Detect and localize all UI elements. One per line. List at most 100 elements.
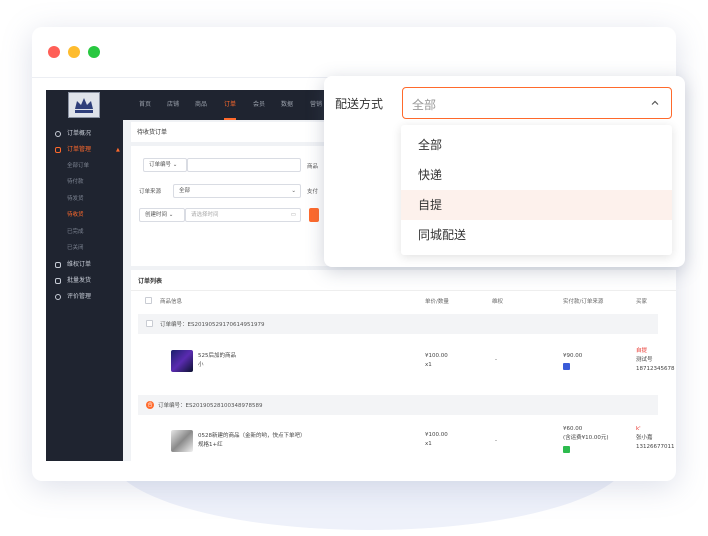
buyer-name[interactable]: 张小嘉 <box>636 434 675 443</box>
page-title: 待收货订单 <box>137 129 168 136</box>
sidebar-item-label: 订单管理 <box>67 146 92 153</box>
pay-filter-label: 支付 <box>307 189 319 195</box>
product-name[interactable]: 0528新建的商品（金新的哟，快点下单吧） <box>198 432 306 441</box>
wechat-icon <box>563 446 570 453</box>
sidebar-sub-unpaid[interactable]: 待付款 <box>67 176 84 188</box>
document-icon <box>55 147 61 153</box>
sidebar-sub-all[interactable]: 全部订单 <box>67 160 89 172</box>
product-name[interactable]: 525后加的商品 <box>198 352 236 361</box>
topnav-home[interactable]: 首页 <box>139 90 151 120</box>
select-all-checkbox[interactable] <box>145 297 152 304</box>
paid-cell: ¥90.00 <box>563 352 582 361</box>
comment-icon <box>55 294 61 300</box>
source-select-value: 全部 <box>179 188 191 194</box>
shield-icon <box>55 262 61 268</box>
delivery-method-select[interactable]: 全部 <box>402 87 672 119</box>
order-list-title: 订单列表 <box>138 278 163 285</box>
rights-status: - <box>495 357 497 363</box>
order-number-input[interactable] <box>187 158 301 172</box>
quantity: x1 <box>425 362 432 368</box>
sidebar-item-order-management[interactable]: 订单管理 ▲ <box>46 143 123 157</box>
divider <box>131 290 676 291</box>
product-spec: 小 <box>198 362 204 368</box>
price-qty-cell: ¥100.00 x1 <box>425 352 448 370</box>
delivery-method-value: 全部 <box>412 98 437 112</box>
buyer-name[interactable]: 测试号 <box>636 356 675 365</box>
order-number: 订单编号：ES20190529170614951979 <box>160 322 265 328</box>
sidebar: 订单概况 订单管理 ▲ 全部订单 待付款 待发货 待收货 已完成 已关闭 维权订… <box>46 120 123 461</box>
sidebar-item-rights-orders[interactable]: 维权订单 <box>46 258 123 272</box>
chevron-up-icon: ▲ <box>116 147 120 153</box>
time-range-input[interactable]: 请选择时间 ▭ <box>185 208 301 222</box>
order-header: 合 订单编号：ES20190528100348978589 <box>138 395 658 415</box>
sidebar-item-batch-ship[interactable]: 批量发货 <box>46 274 123 288</box>
option-express[interactable]: 快递 <box>401 160 672 190</box>
chevron-down-icon: ⌄ <box>291 188 296 194</box>
paid-amount: ¥60.00 <box>563 426 583 432</box>
option-self-pickup[interactable]: 自提 <box>401 190 672 220</box>
order-checkbox[interactable] <box>146 320 153 327</box>
badge-icon: 合 <box>146 401 154 409</box>
paid-amount: ¥90.00 <box>563 353 583 359</box>
price-qty-cell: ¥100.00 x1 <box>425 431 448 449</box>
source-select[interactable]: 全部 ⌄ <box>173 184 301 198</box>
quantity: x1 <box>425 441 432 447</box>
sidebar-item-reviews[interactable]: 评价管理 <box>46 290 123 304</box>
buyer-phone: 13126677011 <box>636 444 675 450</box>
table-row: 0528新建的商品（金新的哟，快点下单吧） 规格1+红 <box>198 432 306 450</box>
sidebar-sub-awaiting-receipt[interactable]: 待收货 <box>67 209 84 221</box>
buyer-cell: 自提 测试号 18712345678 <box>636 347 675 374</box>
time-type-select-value: 创建时间 <box>145 212 168 218</box>
order-header: 订单编号：ES20190529170614951979 <box>138 314 658 334</box>
sidebar-item-label: 评价管理 <box>67 293 92 300</box>
shipping-note: (含运费¥10.00元) <box>563 435 609 441</box>
option-all[interactable]: 全部 <box>401 130 672 160</box>
column-header-paid-source: 实付款/订单来源 <box>563 299 604 305</box>
minimize-window-dot[interactable] <box>68 46 80 58</box>
buyer-tag: 自提 <box>636 348 648 354</box>
column-header-buyer: 买家 <box>636 299 648 305</box>
buyer-cell: k' 张小嘉 13126677011 <box>636 425 675 452</box>
chevron-up-icon <box>651 100 659 105</box>
buyer-phone: 18712345678 <box>636 366 675 372</box>
unit-price: ¥100.00 <box>425 353 448 359</box>
paid-cell: ¥60.00 (含运费¥10.00元) <box>563 425 609 443</box>
topnav-data[interactable]: 数据 <box>281 90 293 120</box>
topnav-marketing[interactable]: 营销 <box>310 90 322 120</box>
maximize-window-dot[interactable] <box>88 46 100 58</box>
close-window-dot[interactable] <box>48 46 60 58</box>
delivery-method-label: 配送方式 <box>335 97 384 111</box>
topnav-products[interactable]: 商品 <box>195 90 207 120</box>
column-header-product: 商品信息 <box>160 299 183 305</box>
search-button[interactable] <box>309 208 319 222</box>
sidebar-sub-closed[interactable]: 已关闭 <box>67 242 84 254</box>
product-thumbnail[interactable] <box>171 430 193 452</box>
sidebar-item-label: 维权订单 <box>67 261 92 268</box>
sidebar-sub-completed[interactable]: 已完成 <box>67 226 84 238</box>
time-range-placeholder: 请选择时间 <box>191 212 219 218</box>
sidebar-item-label: 订单概况 <box>67 130 92 137</box>
unit-price: ¥100.00 <box>425 432 448 438</box>
topnav-store[interactable]: 店铺 <box>167 90 179 120</box>
product-filter-label: 商品 <box>307 164 319 170</box>
store-logo[interactable] <box>68 92 100 118</box>
source-filter-label: 订单来源 <box>139 189 162 195</box>
order-number-select[interactable]: 订单编号 ⌄ <box>143 158 187 172</box>
sidebar-item-overview[interactable]: 订单概况 <box>46 127 123 141</box>
sidebar-sub-unshipped[interactable]: 待发货 <box>67 193 84 205</box>
delivery-method-popup: 配送方式 全部 全部 快递 自提 同城配送 <box>324 76 685 267</box>
delivery-method-dropdown: 全部 快递 自提 同城配送 <box>401 125 672 255</box>
clock-icon <box>55 131 61 137</box>
topnav-orders[interactable]: 订单 <box>224 90 237 120</box>
time-type-select[interactable]: 创建时间 ⌄ <box>139 208 185 222</box>
buyer-tag: k' <box>636 426 641 432</box>
column-header-price-qty: 单价/数量 <box>425 299 449 305</box>
topnav-members[interactable]: 会员 <box>253 90 265 120</box>
order-list-panel: 订单列表 商品信息 单价/数量 维权 实付款/订单来源 买家 订单编号：ES20… <box>131 270 676 461</box>
order-number-select-value: 订单编号 <box>149 162 172 168</box>
truck-icon <box>55 278 61 284</box>
option-same-city[interactable]: 同城配送 <box>401 220 672 250</box>
window-controls <box>48 46 100 58</box>
product-thumbnail[interactable] <box>171 350 193 372</box>
table-row: 525后加的商品 小 <box>198 352 236 370</box>
